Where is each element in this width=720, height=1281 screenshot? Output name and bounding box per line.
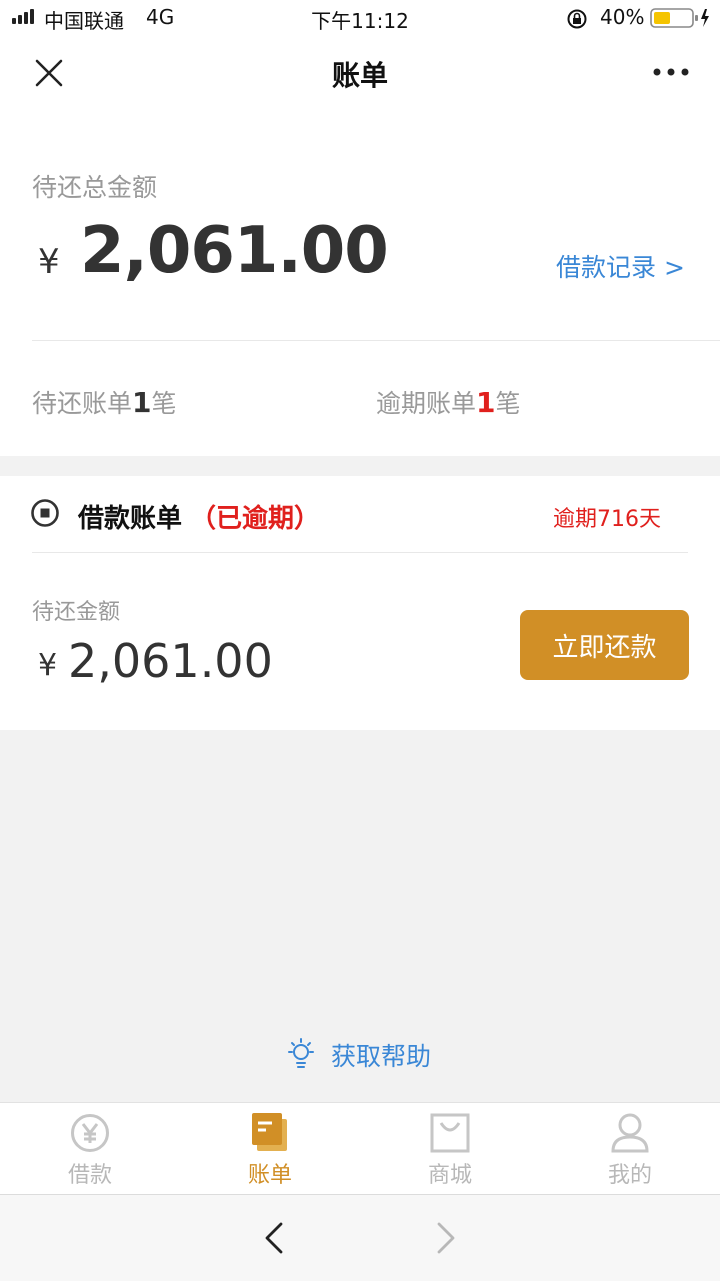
pending-bills[interactable]: 待还账单1笔 [32,384,177,420]
pending-bills-count: 1 [132,386,152,419]
total-currency: ¥ [38,242,60,282]
help-label: 获取帮助 [331,1042,432,1071]
browser-toolbar [0,1194,720,1281]
battery-icon [650,8,709,28]
user-icon [611,1113,649,1153]
amount-currency: ¥ [38,648,58,683]
page-title: 账单 [331,59,388,92]
amount-due: 2,061.00 [68,634,273,688]
divider [32,552,688,553]
repay-now-button[interactable]: 立即还款 [520,610,689,680]
tab-mall-label: 商城 [427,1163,472,1188]
bill-icon [252,1113,287,1151]
pending-bills-prefix: 待还账单 [32,389,133,418]
tab-loan-label: 借款 [67,1163,112,1188]
coin-icon [31,499,59,527]
tab-bill-label: 账单 [247,1163,292,1188]
total-due-label: 待还总金额 [32,173,158,202]
tab-bill[interactable]: 账单 [180,1103,360,1195]
shopping-bag-icon [430,1113,470,1153]
more-icon[interactable] [652,66,690,78]
summary-section: 待还总金额 ¥ 2,061.00 借款记录 > 待还账单1笔 逾期账单1笔 [0,112,720,456]
overdue-days: 逾期716天 [553,507,661,532]
tab-profile[interactable]: 我的 [540,1103,720,1195]
bill-title: 借款账单 [78,504,183,534]
overdue-bills-prefix: 逾期账单 [376,389,477,418]
lightbulb-icon [288,1038,314,1068]
tab-mall[interactable]: 商城 [360,1103,540,1195]
tab-profile-label: 我的 [607,1163,652,1188]
bill-status-badge: （已逾期） [190,504,321,534]
yen-coin-icon [71,1114,109,1152]
pending-bills-suffix: 笔 [151,389,177,418]
tab-loan[interactable]: 借款 [0,1103,180,1195]
nav-bar: 账单 [0,36,720,112]
loan-record-link[interactable]: 借款记录 > [556,248,685,284]
divider [32,340,720,341]
overdue-bills[interactable]: 逾期账单1笔 [376,384,521,420]
overdue-bills-suffix: 笔 [495,389,521,418]
help-link[interactable]: 获取帮助 [284,1036,454,1072]
orientation-lock-icon [567,9,587,29]
loan-bill-card[interactable]: 借款账单 （已逾期） 逾期716天 待还金额 ¥ 2,061.00 立即还款 [0,476,720,730]
forward-arrow-icon[interactable] [434,1221,458,1255]
status-bar: 中国联通 4G 下午11:12 40% [0,0,720,36]
total-amount: 2,061.00 [80,214,389,288]
overdue-bills-count: 1 [476,386,496,419]
battery-percent: 40% [600,5,645,29]
back-arrow-icon[interactable] [262,1221,286,1255]
amount-due-label: 待还金额 [32,600,121,625]
tab-bar: 借款 账单 商城 我的 [0,1102,720,1195]
